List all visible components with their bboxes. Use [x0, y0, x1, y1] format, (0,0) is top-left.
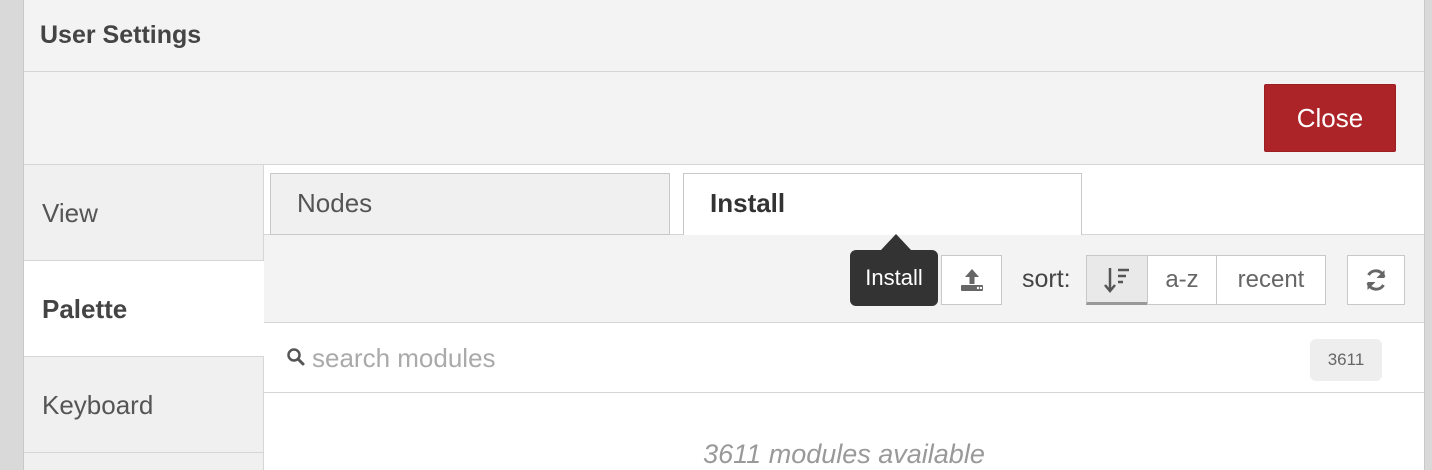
- tab-install[interactable]: Install: [683, 173, 1082, 236]
- refresh-button[interactable]: [1347, 255, 1405, 305]
- search-modules-input[interactable]: [312, 335, 1292, 381]
- sort-label: sort:: [1022, 265, 1071, 293]
- backdrop-left: [0, 0, 24, 470]
- sort-relevance-button[interactable]: [1086, 255, 1148, 305]
- sort-recent-button[interactable]: recent: [1216, 255, 1326, 305]
- modules-available-message: 3611 modules available: [703, 439, 985, 469]
- backdrop-right: [1424, 0, 1432, 470]
- settings-sidebar: View Palette Keyboard: [24, 165, 265, 470]
- sidebar-item-keyboard[interactable]: Keyboard: [24, 357, 264, 453]
- module-results: 3611 modules available: [264, 393, 1424, 470]
- sidebar-item-palette[interactable]: Palette: [24, 261, 265, 357]
- tooltip-arrow: [881, 234, 911, 250]
- upload-icon: [960, 269, 983, 291]
- refresh-icon: [1366, 269, 1386, 291]
- search-icon: [287, 348, 305, 366]
- sort-relevance-icon: [1104, 268, 1129, 293]
- dialog-button-bar: Close: [24, 72, 1424, 165]
- close-button[interactable]: Close: [1264, 84, 1396, 152]
- install-toolbar: sort: a-z recent: [264, 235, 1424, 323]
- user-settings-dialog: User Settings Close View Palette Keyboar…: [24, 0, 1424, 470]
- module-search-row: 3611: [264, 323, 1424, 393]
- palette-tabs: Nodes Install: [264, 165, 1424, 236]
- install-tooltip: Install: [850, 250, 938, 306]
- tab-nodes[interactable]: Nodes: [270, 173, 670, 235]
- dialog-title: User Settings: [24, 0, 1424, 72]
- sort-az-button[interactable]: a-z: [1147, 255, 1217, 305]
- upload-module-button[interactable]: [941, 255, 1002, 305]
- palette-panel: Nodes Install sort: a-z recent search mo…: [264, 165, 1424, 470]
- sidebar-item-view[interactable]: View: [24, 165, 264, 261]
- module-count-badge: 3611: [1310, 339, 1382, 381]
